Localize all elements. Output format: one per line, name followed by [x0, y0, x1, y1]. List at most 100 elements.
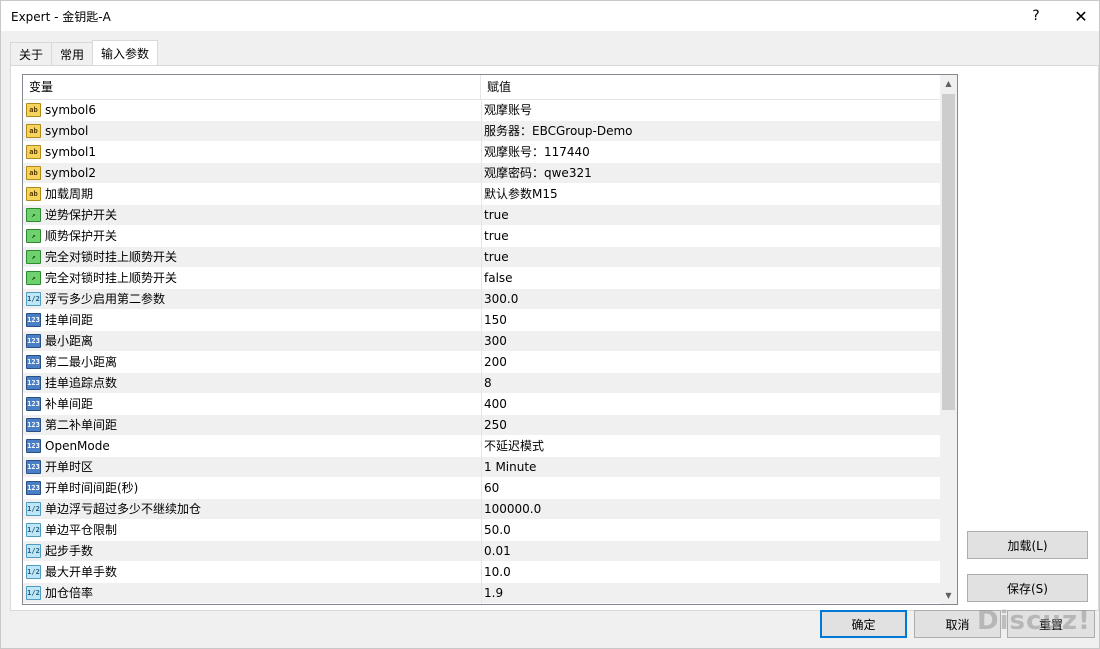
parameter-name: OpenMode: [45, 439, 110, 453]
parameter-value[interactable]: 250: [484, 415, 938, 435]
string-type-icon: ab: [26, 103, 41, 117]
table-row[interactable]: 123 OpenMode 不延迟模式: [23, 436, 940, 457]
tab-common[interactable]: 常用: [51, 42, 94, 65]
parameter-name: 挂单追踪点数: [45, 376, 118, 390]
parameter-value[interactable]: 1.9: [484, 583, 938, 603]
column-divider: [481, 100, 482, 121]
table-row[interactable]: ↗ 顺势保护开关 true: [23, 226, 940, 247]
window-title: Expert - 金钥匙-A: [11, 10, 111, 24]
double-type-icon: 1/2: [26, 565, 41, 579]
discuz-watermark: Discuz!: [977, 606, 1091, 636]
tab-about[interactable]: 关于: [10, 42, 53, 65]
load-button[interactable]: 加载(L): [967, 531, 1088, 559]
parameter-name: 逆势保护开关: [45, 208, 118, 222]
scroll-up-arrow-icon[interactable]: ▲: [940, 75, 957, 92]
table-row[interactable]: 1/2 浮亏多少启用第二参数 300.0: [23, 289, 940, 310]
close-button[interactable]: ✕: [1061, 1, 1100, 31]
parameter-value[interactable]: 1 Minute: [484, 457, 938, 477]
parameter-value[interactable]: 默认参数M15: [484, 184, 938, 204]
parameter-value[interactable]: 100000.0: [484, 499, 938, 519]
column-header-value[interactable]: 赋值: [481, 75, 940, 100]
double-type-icon: 1/2: [26, 586, 41, 600]
table-row[interactable]: ab symbol6 观摩账号: [23, 100, 940, 121]
table-row[interactable]: 1/2 加仓倍率 1.9: [23, 583, 940, 604]
parameter-value[interactable]: 50.0: [484, 520, 938, 540]
parameter-value[interactable]: false: [484, 268, 938, 288]
table-row[interactable]: 123 开单时区 1 Minute: [23, 457, 940, 478]
table-row[interactable]: 123 挂单追踪点数 8: [23, 373, 940, 394]
int-type-icon: 123: [26, 376, 41, 390]
string-type-icon: ab: [26, 187, 41, 201]
column-divider: [481, 184, 482, 205]
parameter-name: symbol: [45, 124, 89, 138]
parameter-value[interactable]: 150: [484, 310, 938, 330]
int-type-icon: 123: [26, 481, 41, 495]
parameter-value[interactable]: 观摩账号: [484, 100, 938, 120]
table-row[interactable]: ↗ 完全对锁时挂上顺势开关 true: [23, 247, 940, 268]
grid-header: 变量 赋值: [23, 75, 940, 100]
parameter-value[interactable]: true: [484, 247, 938, 267]
parameter-value[interactable]: true: [484, 205, 938, 225]
int-type-icon: 123: [26, 334, 41, 348]
table-row[interactable]: 123 第二补单间距 250: [23, 415, 940, 436]
column-divider: [481, 499, 482, 520]
column-divider: [481, 247, 482, 268]
parameter-value[interactable]: 10.0: [484, 562, 938, 582]
scrollbar-thumb[interactable]: [942, 94, 955, 410]
scroll-down-arrow-icon[interactable]: ▼: [940, 587, 957, 604]
table-row[interactable]: 123 第二最小距离 200: [23, 352, 940, 373]
parameter-value[interactable]: 观摩密码：qwe321: [484, 163, 938, 183]
table-row[interactable]: ab symbol1 观摩账号：117440: [23, 142, 940, 163]
column-divider: [481, 457, 482, 478]
parameter-name: 完全对锁时挂上顺势开关: [45, 250, 178, 264]
table-row[interactable]: ↗ 完全对锁时挂上顺势开关 false: [23, 268, 940, 289]
column-header-variable[interactable]: 变量: [23, 75, 481, 100]
column-divider: [481, 520, 482, 541]
parameter-name: symbol1: [45, 145, 96, 159]
save-button[interactable]: 保存(S): [967, 574, 1088, 602]
parameter-value[interactable]: 300: [484, 331, 938, 351]
table-row[interactable]: ab 加载周期 默认参数M15: [23, 184, 940, 205]
double-type-icon: 1/2: [26, 523, 41, 537]
table-row[interactable]: 1/2 单边平仓限制 50.0: [23, 520, 940, 541]
parameter-name: 开单时间间距(秒): [45, 481, 139, 495]
column-divider: [481, 205, 482, 226]
table-row[interactable]: ↗ 逆势保护开关 true: [23, 205, 940, 226]
table-row[interactable]: 1/2 起步手数 0.01: [23, 541, 940, 562]
parameter-value[interactable]: true: [484, 226, 938, 246]
table-row[interactable]: 123 挂单间距 150: [23, 310, 940, 331]
double-type-icon: 1/2: [26, 544, 41, 558]
table-row[interactable]: 123 开单时间间距(秒) 60: [23, 478, 940, 499]
table-row[interactable]: 1/2 单边浮亏超过多少不继续加仓 100000.0: [23, 499, 940, 520]
column-divider: [481, 583, 482, 604]
table-row[interactable]: ab symbol2 观摩密码：qwe321: [23, 163, 940, 184]
help-button[interactable]: ?: [1016, 1, 1056, 31]
parameter-name: 补单间距: [45, 397, 94, 411]
table-row[interactable]: ab symbol 服务器：EBCGroup-Demo: [23, 121, 940, 142]
column-divider: [481, 415, 482, 436]
parameter-value[interactable]: 300.0: [484, 289, 938, 309]
column-divider: [481, 352, 482, 373]
parameter-value[interactable]: 观摩账号：117440: [484, 142, 938, 162]
table-row[interactable]: 123 最小距离 300: [23, 331, 940, 352]
column-divider: [481, 478, 482, 499]
table-row[interactable]: 123 补单间距 400: [23, 394, 940, 415]
title-bar: Expert - 金钥匙-A ? ✕: [1, 1, 1099, 31]
column-divider: [481, 331, 482, 352]
parameter-name: 第二补单间距: [45, 418, 118, 432]
parameter-value[interactable]: 60: [484, 478, 938, 498]
parameter-name: 开单时区: [45, 460, 94, 474]
parameter-value[interactable]: 8: [484, 373, 938, 393]
column-divider: [481, 121, 482, 142]
parameter-value[interactable]: 服务器：EBCGroup-Demo: [484, 121, 938, 141]
tab-inputs[interactable]: 输入参数: [92, 40, 159, 65]
parameter-name: 单边平仓限制: [45, 523, 118, 537]
vertical-scrollbar[interactable]: ▲ ▼: [940, 75, 957, 604]
parameter-value[interactable]: 200: [484, 352, 938, 372]
parameter-value[interactable]: 0.01: [484, 541, 938, 561]
int-type-icon: 123: [26, 397, 41, 411]
parameter-value[interactable]: 不延迟模式: [484, 436, 938, 456]
parameter-value[interactable]: 400: [484, 394, 938, 414]
table-row[interactable]: 1/2 最大开单手数 10.0: [23, 562, 940, 583]
ok-button[interactable]: 确定: [820, 610, 907, 638]
